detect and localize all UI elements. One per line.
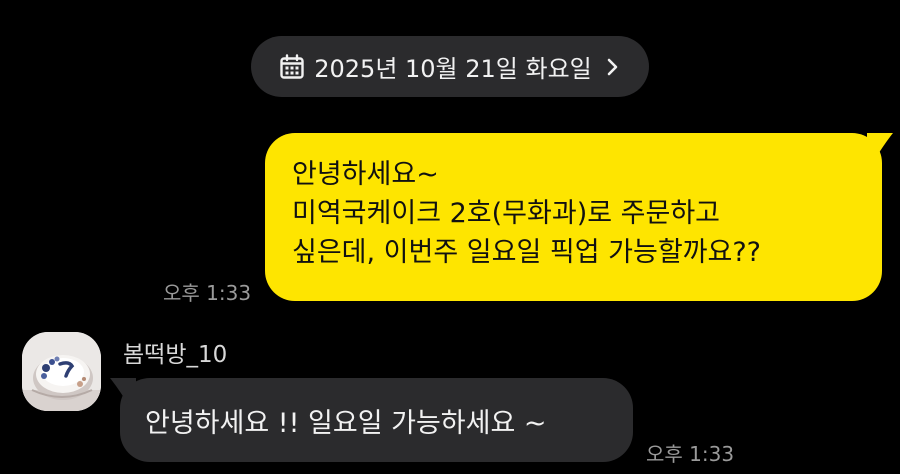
sender-name[interactable]: 봄떡방_10 bbox=[123, 335, 227, 369]
avatar[interactable] bbox=[22, 332, 101, 411]
chevron-right-icon bbox=[604, 54, 622, 80]
date-divider[interactable]: 2025년 10월 21일 화요일 bbox=[251, 36, 649, 97]
outgoing-message-line-3: 싶은데, 이번주 일요일 픽업 가능할까요?? bbox=[292, 237, 762, 268]
outgoing-message-line-2: 미역국케이크 2호(무화과)로 주문하고 bbox=[292, 198, 721, 229]
bubble-tail bbox=[867, 133, 893, 159]
outgoing-timestamp: 오후 1:33 bbox=[163, 281, 252, 305]
incoming-message-text: 안녕하세요 !! 일요일 가능하세요 ~ bbox=[145, 407, 547, 439]
outgoing-message-bubble[interactable]: 안녕하세요~ 미역국케이크 2호(무화과)로 주문하고 싶은데, 이번주 일요일… bbox=[265, 133, 893, 301]
date-text: 2025년 10월 21일 화요일 bbox=[314, 55, 592, 83]
bubble-tail bbox=[110, 378, 136, 404]
outgoing-message-line-1: 안녕하세요~ bbox=[292, 159, 439, 190]
incoming-message-bubble[interactable]: 안녕하세요 !! 일요일 가능하세요 ~ bbox=[110, 378, 633, 462]
calendar-icon bbox=[278, 53, 306, 81]
incoming-timestamp: 오후 1:33 bbox=[646, 442, 735, 466]
cake-photo bbox=[22, 332, 101, 411]
